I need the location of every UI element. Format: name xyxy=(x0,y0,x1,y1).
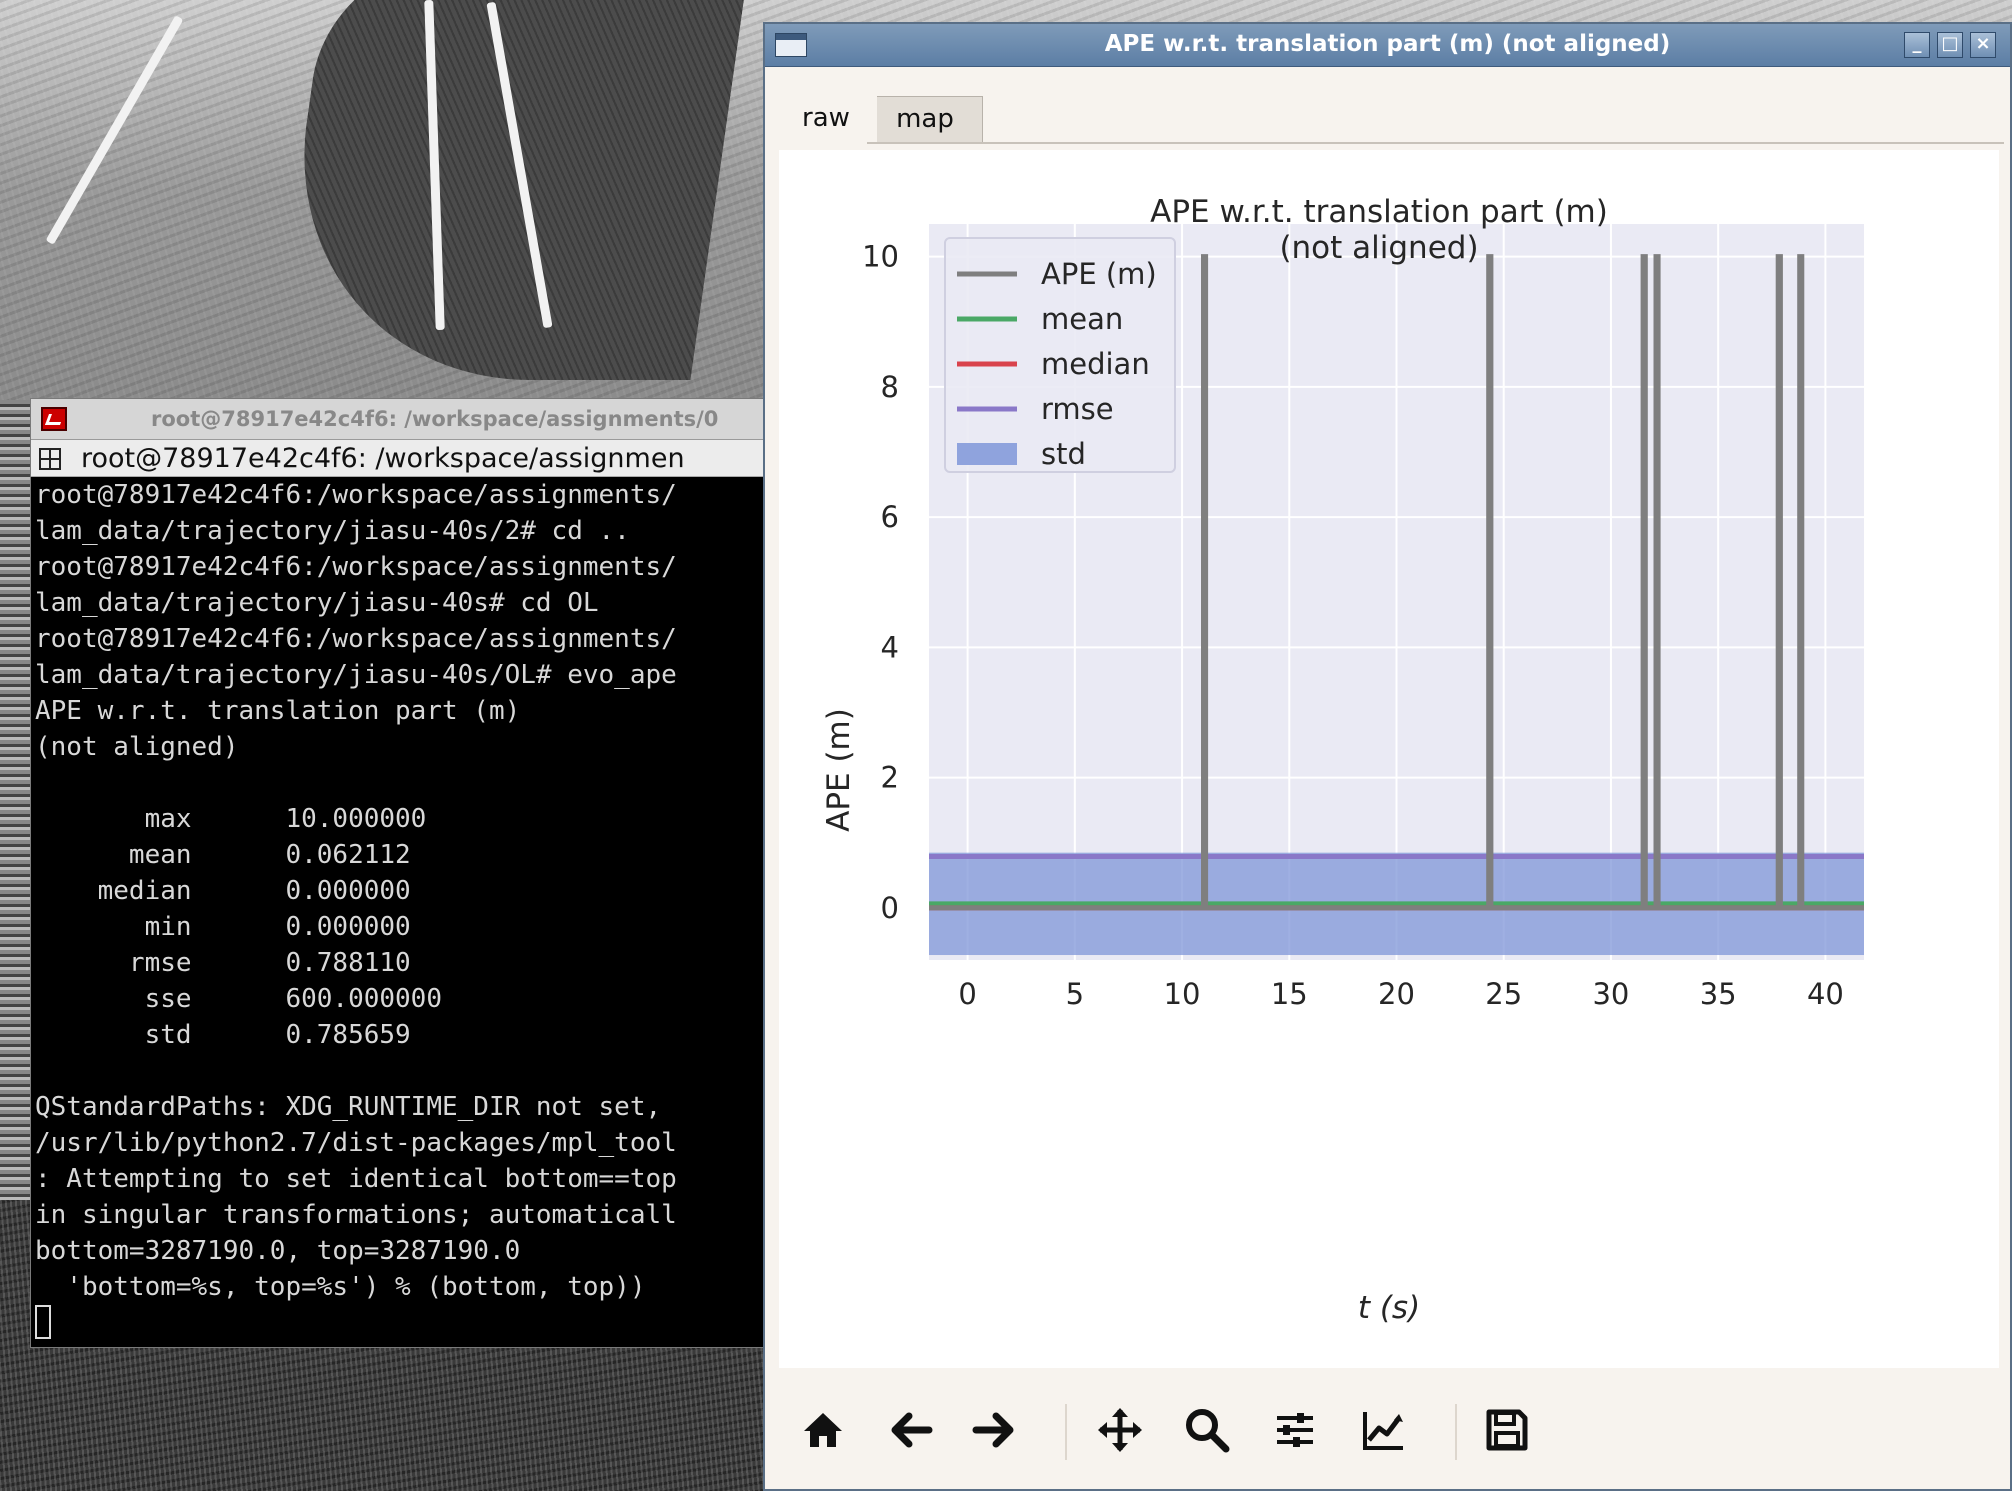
x-tick-label: 25 xyxy=(1485,977,1522,1011)
terminal-line: APE w.r.t. translation part (m) xyxy=(35,696,521,726)
x-axis-label: t (s) xyxy=(1358,1290,1420,1326)
edit-axes-icon xyxy=(1363,1412,1403,1450)
terminal-window-title: root@78917e42c4f6: /workspace/assignment… xyxy=(151,407,719,431)
back-arrow-icon xyxy=(891,1412,933,1448)
terminal-line: (not aligned) xyxy=(35,732,239,762)
y-tick-label: 0 xyxy=(881,891,899,925)
grid-menu-icon[interactable] xyxy=(39,448,61,470)
forward-button[interactable] xyxy=(965,1400,1025,1460)
plot-tabs: map raw xyxy=(765,68,2010,144)
legend-label: rmse xyxy=(1041,392,1114,426)
save-button[interactable] xyxy=(1477,1400,1537,1460)
chart-title: APE w.r.t. translation part (m) xyxy=(1150,194,1608,230)
terminal-line: 'bottom=%s, top=%s') % (bottom, top)) xyxy=(35,1272,646,1302)
x-tick-label: 15 xyxy=(1271,977,1308,1011)
terminal-output[interactable]: root@78917e42c4f6:/workspace/assignments… xyxy=(31,477,771,1347)
terminal-tab[interactable]: root@78917e42c4f6: /workspace/assignmen xyxy=(31,440,771,477)
back-button[interactable] xyxy=(880,1400,940,1460)
y-tick-label: 2 xyxy=(881,761,899,795)
subplots-config-icon xyxy=(1277,1413,1313,1447)
terminal-app-icon[interactable] xyxy=(41,407,67,431)
plot-toolbar xyxy=(765,1370,2010,1490)
configure-subplots-button[interactable] xyxy=(1265,1400,1325,1460)
terminal-window[interactable]: root@78917e42c4f6: /workspace/assignment… xyxy=(30,398,772,1348)
tab-divider xyxy=(867,142,2004,144)
terminal-line: mean 0.062112 xyxy=(35,840,411,870)
ape-chart[interactable]: 0 5 10 15 20 25 30 35 40 0 2 4 6 8 10 APE w.r.t. trans… xyxy=(779,150,1999,1368)
x-tick-label: 35 xyxy=(1700,977,1737,1011)
terminal-line: rmse 0.788110 xyxy=(35,948,411,978)
terminal-tab-label: root@78917e42c4f6: /workspace/assignmen xyxy=(81,443,685,474)
terminal-line: std 0.785659 xyxy=(35,1020,411,1050)
plot-window-title: APE w.r.t. translation part (m) (not ali… xyxy=(1104,31,1671,57)
legend-label: APE (m) xyxy=(1041,257,1157,291)
terminal-line: root@78917e42c4f6:/workspace/assignments… xyxy=(35,552,677,582)
legend-label: median xyxy=(1041,347,1150,381)
edit-axes-button[interactable] xyxy=(1353,1400,1413,1460)
forward-arrow-icon xyxy=(972,1412,1014,1448)
toolbar-separator xyxy=(1065,1404,1067,1460)
y-axis-label: APE (m) xyxy=(821,708,857,832)
x-tick-label: 10 xyxy=(1164,977,1201,1011)
x-tick-label: 20 xyxy=(1378,977,1415,1011)
terminal-line: /usr/lib/python2.7/dist-packages/mpl_too… xyxy=(35,1128,677,1158)
chart-subtitle: (not aligned) xyxy=(1279,230,1478,266)
tab-raw[interactable]: raw xyxy=(775,96,877,142)
y-tick-label: 8 xyxy=(881,370,899,404)
y-tick-label: 4 xyxy=(881,630,899,664)
terminal-line: sse 600.000000 xyxy=(35,984,442,1014)
save-disk-icon xyxy=(1486,1409,1528,1451)
x-tick-label: 0 xyxy=(958,977,976,1011)
pan-move-icon xyxy=(1098,1408,1142,1452)
minimize-button[interactable]: _ xyxy=(1904,32,1930,58)
terminal-line: max 10.000000 xyxy=(35,804,427,834)
figure-canvas[interactable]: 0 5 10 15 20 25 30 35 40 0 2 4 6 8 10 APE w.r.t. trans… xyxy=(779,150,1999,1368)
terminal-line: lam_data/trajectory/jiasu-40s/2# cd .. xyxy=(35,516,630,546)
pan-button[interactable] xyxy=(1090,1400,1150,1460)
terminal-line: : Attempting to set identical bottom==to… xyxy=(35,1164,677,1194)
x-tick-label: 30 xyxy=(1592,977,1629,1011)
zoom-button[interactable] xyxy=(1177,1400,1237,1460)
terminal-line: median 0.000000 xyxy=(35,876,411,906)
x-tick-label: 5 xyxy=(1066,977,1084,1011)
terminal-line: min 0.000000 xyxy=(35,912,411,942)
terminal-line: root@78917e42c4f6:/workspace/assignments… xyxy=(35,624,677,654)
terminal-line: lam_data/trajectory/jiasu-40s# cd OL xyxy=(35,588,599,618)
terminal-prompt-line[interactable] xyxy=(35,1305,771,1341)
terminal-line: root@78917e42c4f6:/workspace/assignments… xyxy=(35,480,677,510)
wallpaper-texture xyxy=(0,400,32,1300)
y-tick-label: 6 xyxy=(881,500,899,534)
terminal-line: QStandardPaths: XDG_RUNTIME_DIR not set, xyxy=(35,1092,662,1122)
home-icon xyxy=(804,1413,842,1447)
chart-legend: APE (m) mean median rmse std xyxy=(944,237,1176,473)
toolbar-separator xyxy=(1455,1404,1457,1460)
plot-window-titlebar[interactable]: APE w.r.t. translation part (m) (not ali… xyxy=(765,24,2010,67)
x-tick-label: 40 xyxy=(1807,977,1844,1011)
home-button[interactable] xyxy=(793,1400,853,1460)
terminal-cursor xyxy=(35,1305,51,1339)
zoom-magnifier-icon xyxy=(1186,1409,1230,1453)
terminal-line: lam_data/trajectory/jiasu-40s/OL# evo_ap… xyxy=(35,660,677,690)
tab-map[interactable]: map xyxy=(867,96,983,142)
terminal-line: bottom=3287190.0, top=3287190.0 xyxy=(35,1236,521,1266)
legend-label: mean xyxy=(1041,302,1123,336)
y-tick-label: 10 xyxy=(862,240,899,274)
terminal-titlebar[interactable]: root@78917e42c4f6: /workspace/assignment… xyxy=(31,399,771,440)
legend-swatch xyxy=(957,443,1017,465)
legend-label: std xyxy=(1041,437,1086,471)
close-button[interactable]: × xyxy=(1970,32,1996,58)
terminal-line: in singular transformations; automatical… xyxy=(35,1200,677,1230)
plot-window[interactable]: APE w.r.t. translation part (m) (not ali… xyxy=(763,22,2012,1491)
maximize-button[interactable]: □ xyxy=(1937,32,1963,58)
